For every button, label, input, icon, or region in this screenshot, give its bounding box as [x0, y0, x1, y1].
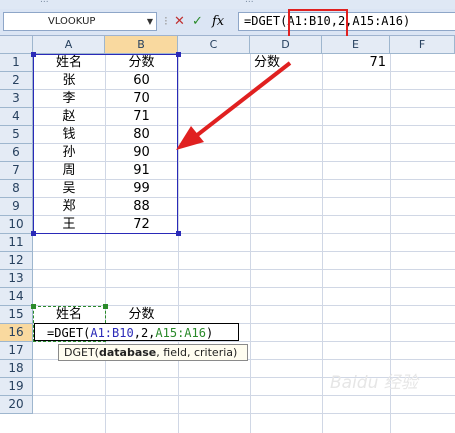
- arrow-head: [176, 126, 204, 150]
- arrow-shaft: [194, 61, 292, 138]
- watermark-logo: Baidu 经验: [330, 373, 418, 393]
- callout-arrow-icon: [176, 61, 292, 150]
